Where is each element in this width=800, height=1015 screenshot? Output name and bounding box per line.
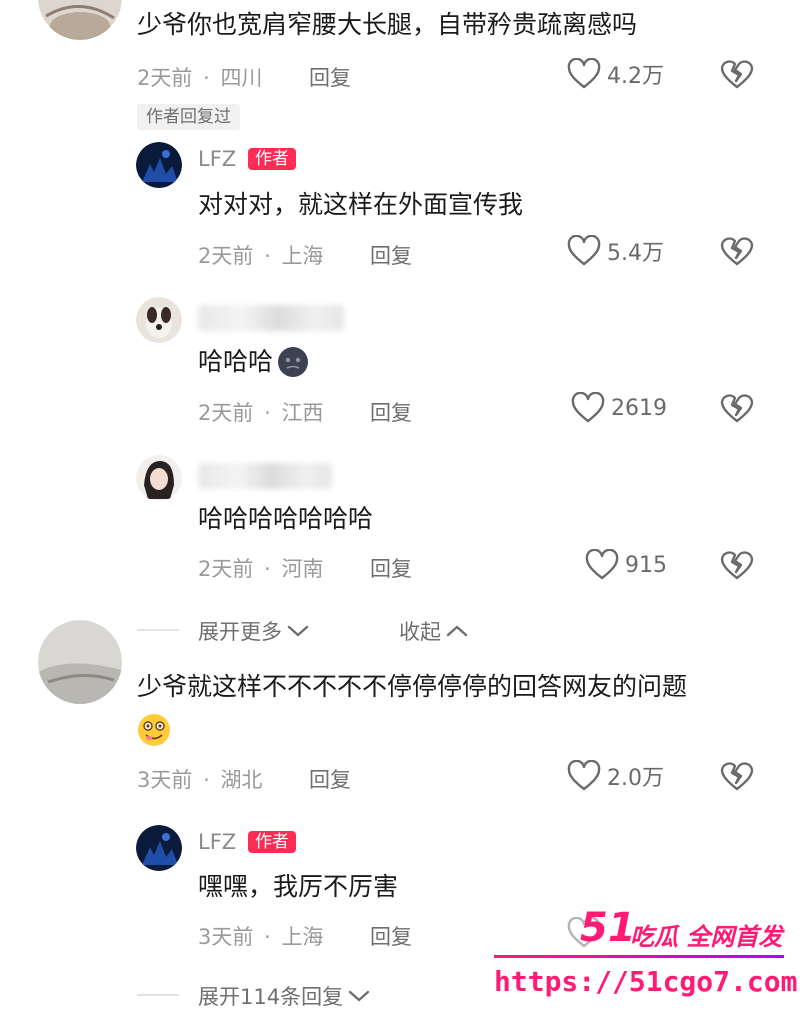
reply-text: 对对对，就这样在外面宣传我 [198, 190, 524, 219]
reply-time: 2天前 [198, 557, 254, 581]
like-count: 2619 [611, 395, 667, 421]
chevron-down-icon [348, 990, 370, 1002]
blurred-username [198, 463, 332, 489]
meta-separator: · [203, 66, 210, 90]
chevron-down-icon [287, 625, 309, 637]
replier-avatar[interactable] [136, 455, 182, 501]
author-avatar[interactable] [136, 825, 182, 871]
like-count: 5.4万 [607, 241, 664, 266]
heart-icon [567, 760, 601, 791]
like-button[interactable]: 2619 [571, 391, 667, 425]
drooling-face-emoji-icon [138, 714, 170, 746]
reply-button[interactable]: 回复 [309, 764, 351, 794]
commenter-avatar[interactable] [38, 620, 122, 704]
reply-button[interactable]: 回复 [309, 62, 351, 92]
reply-location: 上海 [281, 244, 324, 268]
comment-meta: 2天前 · 四川 [137, 62, 262, 92]
heart-icon [567, 58, 601, 89]
broken-heart-icon[interactable] [720, 759, 754, 793]
broken-heart-icon[interactable] [720, 234, 754, 268]
collapse-label: 收起 [399, 620, 441, 644]
heart-icon [567, 235, 601, 266]
comment-time: 3天前 [137, 768, 193, 792]
comment-text: 少爷就这样不不不不不停停停停的回答网友的问题 [137, 672, 688, 701]
reply-location: 河南 [281, 557, 324, 581]
expand-replies-button[interactable]: 展开114条回复 [198, 981, 371, 1011]
chevron-up-icon [446, 625, 468, 637]
reply-meta: 2天前 · 上海 [198, 240, 323, 270]
like-count: 915 [625, 552, 667, 578]
reply-text: 哈哈哈哈哈哈哈 [198, 504, 374, 533]
reply-button[interactable]: 回复 [370, 921, 412, 951]
broken-heart-icon[interactable] [720, 57, 754, 91]
reply-meta: 2天前 · 河南 [198, 553, 323, 583]
reply-text: 嘿嘿，我厉不厉害 [198, 872, 399, 901]
reply-author-name[interactable]: LFZ [198, 147, 236, 171]
replier-avatar[interactable] [136, 297, 182, 343]
reply-location: 江西 [281, 401, 324, 425]
comment-location: 湖北 [220, 768, 263, 792]
comment-text: 少爷你也宽肩窄腰大长腿，自带矜贵疏离感吗 [137, 10, 638, 39]
meta-separator: · [264, 244, 271, 268]
blurred-username [198, 305, 344, 331]
like-button[interactable]: 915 [585, 548, 667, 582]
expand-replies-label: 展开114条回复 [198, 985, 344, 1009]
heart-icon [585, 549, 619, 580]
meta-separator: · [264, 401, 271, 425]
broken-heart-icon[interactable] [720, 548, 754, 582]
watermark-url: https://51cgo7.com [494, 965, 798, 998]
thread-divider-line [137, 994, 179, 996]
expand-more-button[interactable]: 展开更多 [198, 616, 310, 646]
reply-button[interactable]: 回复 [370, 397, 412, 427]
reply-meta: 3天前 · 上海 [198, 921, 323, 951]
comment-time: 2天前 [137, 66, 193, 90]
author-tag: 作者 [248, 831, 296, 853]
meta-separator: · [264, 925, 271, 949]
heart-icon [571, 392, 605, 423]
reply-text: 哈哈哈 [198, 346, 309, 378]
reply-time: 3天前 [198, 925, 254, 949]
expand-more-label: 展开更多 [198, 620, 282, 644]
collapse-button[interactable]: 收起 [399, 616, 469, 646]
site-watermark: 51 吃瓜 全网首发 https://51cgo7.com [494, 905, 798, 1007]
heart-icon [567, 917, 601, 948]
broken-heart-icon[interactable] [720, 391, 754, 425]
reply-location: 上海 [281, 925, 324, 949]
like-button[interactable] [567, 916, 601, 950]
meta-separator: · [203, 768, 210, 792]
comment-meta: 3天前 · 湖北 [137, 764, 262, 794]
reply-text-content: 哈哈哈 [198, 347, 274, 376]
author-tag: 作者 [248, 148, 296, 170]
watermark-tagline: 吃瓜 全网首发 [630, 923, 783, 951]
reply-meta: 2天前 · 江西 [198, 397, 323, 427]
commenter-avatar[interactable] [38, 0, 122, 40]
watermark-underline [494, 955, 784, 958]
reply-author-name[interactable]: LFZ [198, 830, 236, 854]
like-count: 2.0万 [607, 766, 664, 791]
author-replied-badge: 作者回复过 [137, 104, 240, 130]
like-count: 4.2万 [607, 64, 664, 89]
reply-button[interactable]: 回复 [370, 240, 412, 270]
author-avatar[interactable] [136, 142, 182, 188]
comment-location: 四川 [220, 66, 263, 90]
like-button[interactable]: 4.2万 [567, 57, 664, 91]
reply-time: 2天前 [198, 244, 254, 268]
reply-button[interactable]: 回复 [370, 553, 412, 583]
meta-separator: · [264, 557, 271, 581]
like-button[interactable]: 2.0万 [567, 759, 664, 793]
comment-section: 少爷你也宽肩窄腰大长腿，自带矜贵疏离感吗 2天前 · 四川 回复 4.2万 作者… [0, 0, 800, 1015]
thread-divider-line [137, 629, 179, 631]
emoji-icon [278, 347, 309, 377]
reply-time: 2天前 [198, 401, 254, 425]
like-button[interactable]: 5.4万 [567, 234, 664, 268]
